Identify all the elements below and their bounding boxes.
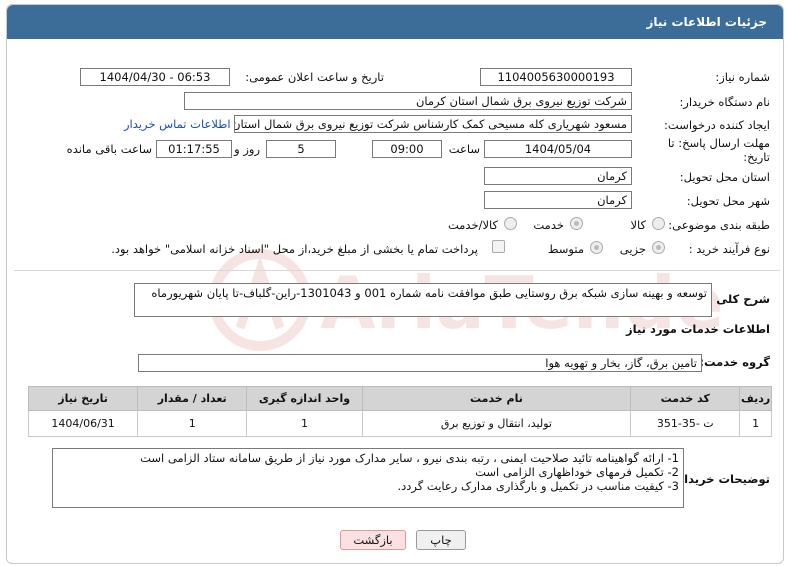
cell-service-code: ت -35-351 — [630, 410, 741, 437]
cell-row: 1 — [739, 410, 772, 437]
buyer-note-line: 2- تکمیل فرمهای خوداظهاری الزامی است — [475, 465, 679, 479]
table-row[interactable]: 1 ت -35-351 تولید، انتقال و توزیع برق 1 … — [27, 410, 772, 437]
process-option-minor: جزیی — [619, 242, 646, 256]
category-radio-service[interactable] — [570, 217, 583, 230]
need-number-label: شماره نیاز: — [715, 70, 770, 84]
back-button[interactable]: بازگشت — [340, 530, 406, 550]
service-group-field[interactable]: تامین برق، گاز، بخار و تهویه هوا — [138, 354, 702, 372]
buyer-notes-label: توضیحات خریدار: — [672, 472, 770, 486]
time-remaining-field[interactable]: 01:17:55 — [156, 140, 232, 158]
buyer-note-line: 3- کیفیت مناسب در تکمیل و بارگذاری مدارک… — [397, 479, 679, 493]
description-field[interactable]: توسعه و بهینه سازی شبکه برق روستایی طبق … — [134, 283, 712, 317]
treasury-payment-checkbox[interactable] — [492, 240, 505, 253]
announce-label: تاریخ و ساعت اعلان عمومی: — [245, 70, 384, 84]
col-row: ردیف — [739, 386, 772, 411]
province-field[interactable]: کرمان — [484, 167, 632, 185]
service-group-label: گروه خدمت: — [699, 355, 770, 369]
services-section-title: اطلاعات خدمات مورد نیاز — [626, 322, 770, 336]
divider — [14, 270, 780, 271]
col-unit: واحد اندازه گیری — [246, 386, 363, 411]
days-remaining-field[interactable]: 5 — [266, 140, 336, 158]
city-label: شهر محل تحویل: — [686, 194, 770, 208]
creator-field[interactable]: مسعود شهریاری کله مسیحی کمک کارشناس شرکت… — [234, 115, 632, 133]
buyer-note-line: 1- ارائه گواهینامه تائید صلاحیت ایمنی ، … — [140, 451, 679, 465]
col-quantity: تعداد / مقدار — [137, 386, 248, 411]
buyer-label: نام دستگاه خریدار: — [679, 95, 770, 109]
panel-header: جزئیات اطلاعات نیاز — [7, 5, 783, 39]
time-remaining-label: ساعت باقی مانده — [66, 142, 152, 156]
panel-title: جزئیات اطلاعات نیاز — [646, 15, 767, 29]
category-option-goods-service: کالا/خدمت — [447, 218, 498, 232]
creator-label: ایجاد کننده درخواست: — [664, 118, 770, 132]
category-label: طبقه بندی موضوعی: — [668, 218, 770, 232]
table-header-row: ردیف کد خدمت نام خدمت واحد اندازه گیری ت… — [27, 386, 772, 411]
need-number-field[interactable]: 1104005630000193 — [480, 68, 632, 86]
col-need-date: تاریخ نیاز — [27, 386, 139, 411]
process-radio-minor[interactable] — [652, 241, 665, 254]
deadline-time-field[interactable]: 09:00 — [372, 140, 442, 158]
services-table: ردیف کد خدمت نام خدمت واحد اندازه گیری ت… — [27, 386, 772, 437]
cell-need-date: 1404/06/31 — [27, 410, 139, 437]
buyer-field[interactable]: شرکت توزیع نیروی برق شمال استان کرمان — [184, 92, 632, 110]
buyer-contact-link[interactable]: اطلاعات تماس خریدار — [124, 117, 231, 131]
process-label: نوع فرآیند خرید : — [688, 242, 770, 256]
days-label: روز و — [234, 142, 260, 156]
deadline-time-label: ساعت — [448, 142, 480, 156]
announce-datetime-field[interactable]: 1404/04/30 - 06:53 — [80, 68, 230, 86]
cell-unit: 1 — [246, 410, 363, 437]
col-service-code: کد خدمت — [630, 386, 741, 411]
treasury-payment-note: پرداخت تمام یا بخشی از مبلغ خرید،از محل … — [111, 242, 478, 256]
buyer-notes-field[interactable]: 1- ارائه گواهینامه تائید صلاحیت ایمنی ، … — [52, 448, 684, 508]
col-service-name: نام خدمت — [361, 386, 632, 411]
process-radio-medium[interactable] — [590, 241, 603, 254]
category-option-service: خدمت — [533, 218, 564, 232]
deadline-label: مهلت ارسال پاسخ: تا تاریخ: — [667, 136, 770, 164]
print-button[interactable]: چاپ — [416, 530, 466, 550]
province-label: استان محل تحویل: — [679, 170, 770, 184]
city-field[interactable]: کرمان — [484, 191, 632, 209]
cell-quantity: 1 — [137, 410, 248, 437]
deadline-date-field[interactable]: 1404/05/04 — [484, 140, 632, 158]
process-option-medium: متوسط — [547, 242, 584, 256]
category-option-goods: کالا — [630, 218, 646, 232]
cell-service-name: تولید، انتقال و توزیع برق — [361, 410, 632, 437]
category-radio-goods-service[interactable] — [504, 217, 517, 230]
category-radio-goods[interactable] — [652, 217, 665, 230]
